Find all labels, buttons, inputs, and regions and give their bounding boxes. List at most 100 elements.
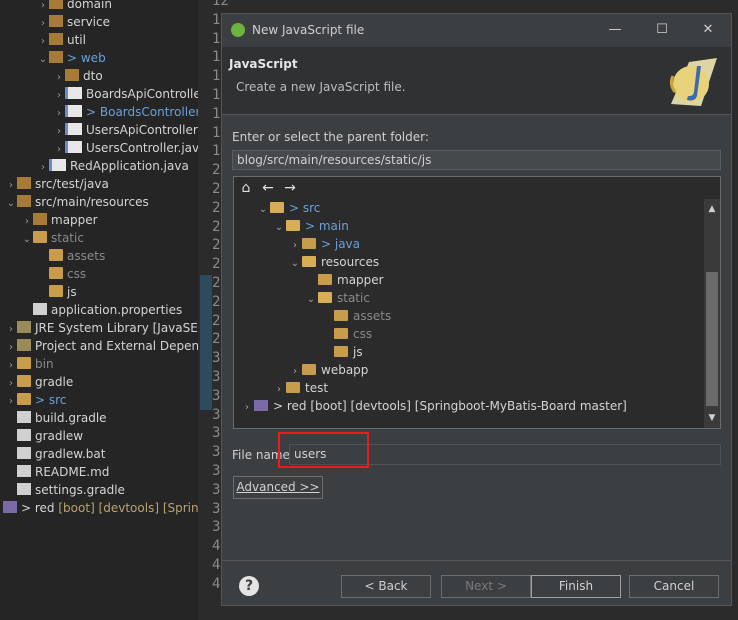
cancel-button[interactable]: Cancel (629, 575, 719, 598)
explorer-item-label: JRE System Library [JavaSE-1 (35, 321, 198, 335)
new-javascript-file-dialog: New JavaScript file — ☐ ✕ JavaScript Cre… (221, 13, 732, 606)
folder-tree-item[interactable]: ⌄ > main (272, 217, 349, 235)
help-icon[interactable]: ? (239, 576, 259, 596)
explorer-item[interactable]: build.gradle (5, 409, 107, 427)
explorer-item[interactable]: › gradle (5, 373, 73, 391)
jar-icon (17, 339, 31, 351)
chevron-down-icon[interactable]: ⌄ (5, 195, 17, 213)
folder-tree-item-label: mapper (337, 273, 384, 287)
scroll-marker (200, 275, 212, 410)
explorer-item[interactable]: › BoardsApiController (53, 85, 198, 103)
folder-tree-item[interactable]: css (320, 325, 372, 343)
folder-tree-item[interactable]: › > red [boot] [devtools] [Springboot-MyB… (240, 397, 627, 415)
pkg-icon (49, 0, 63, 9)
explorer-item[interactable]: css (37, 265, 86, 283)
banner-title: JavaScript (229, 57, 298, 71)
explorer-item-label: bin (35, 357, 54, 371)
scroll-up-icon[interactable]: ▲ (704, 201, 720, 217)
folder-tree-item[interactable]: › > java (288, 235, 360, 253)
folder-tree-item[interactable]: ⌄ resources (288, 253, 379, 271)
explorer-item[interactable]: application.properties (21, 301, 182, 319)
folder-tree-item[interactable]: assets (320, 307, 391, 325)
maximize-button[interactable]: ☐ (652, 20, 672, 40)
tree-scrollbar[interactable]: ▲ ▼ (704, 199, 720, 428)
folder-icon (49, 285, 63, 297)
explorer-item[interactable]: › UsersApiController.j (53, 121, 198, 139)
explorer-item[interactable]: gradlew.bat (5, 445, 105, 463)
explorer-item[interactable]: › dto (53, 67, 103, 85)
chevron-down-icon[interactable]: ⌄ (288, 255, 302, 273)
folder-tree-item-label: resources (321, 255, 380, 269)
folder-tree[interactable]: ⌂ ← → ⌄ > src ⌄ > main › > java ⌄ resources mapp… (233, 176, 721, 429)
explorer-item[interactable]: settings.gradle (5, 481, 125, 499)
folder-icon (302, 256, 316, 267)
explorer-item-label: gradle (35, 375, 74, 389)
explorer-item[interactable]: › bin (5, 355, 54, 373)
explorer-item[interactable]: js (37, 283, 77, 301)
folder-tree-item[interactable]: ⌄ static (304, 289, 370, 307)
folder-tree-item[interactable]: › test (272, 379, 328, 397)
folder-tree-item[interactable]: mapper (304, 271, 384, 289)
chevron-down-icon[interactable]: ⌄ (256, 201, 270, 219)
chevron-right-icon[interactable]: › (240, 399, 254, 417)
folder-tree-item[interactable]: › webapp (288, 361, 368, 379)
next-button[interactable]: Next > (441, 575, 531, 598)
explorer-item[interactable]: › Project and External Depende (5, 337, 198, 355)
explorer-item[interactable]: › UsersController.java (53, 139, 198, 157)
scroll-thumb[interactable] (706, 272, 718, 406)
folder-tree-item[interactable]: js (320, 343, 363, 361)
folder-tree-item-label: js (353, 345, 363, 359)
minimize-button[interactable]: — (605, 20, 625, 40)
folder-tree-item-label: webapp (321, 363, 369, 377)
spring-icon (231, 23, 245, 37)
explorer-item[interactable]: ⌄ src/main/resources (5, 193, 149, 211)
explorer-item-label: js (67, 285, 77, 299)
home-icon[interactable]: ⌂ (238, 180, 254, 196)
line-number: 12 (212, 0, 229, 9)
folder-tree-item-label: > src (289, 201, 321, 215)
chevron-down-icon[interactable]: ⌄ (37, 51, 49, 69)
parent-folder-input[interactable]: blog/src/main/resources/static/js (232, 150, 721, 170)
line-number: 4 (212, 557, 221, 573)
advanced-button[interactable]: Advanced >> (233, 476, 323, 499)
line-number: 3 (212, 369, 221, 385)
explorer-item-label: build.gradle (35, 411, 107, 425)
explorer-item[interactable]: › > src (5, 391, 66, 409)
line-number: 3 (212, 406, 221, 423)
folder-icon (302, 238, 316, 249)
explorer-item[interactable]: assets (37, 247, 105, 265)
explorer-item[interactable]: › src/test/java (5, 175, 109, 193)
back-arrow-icon[interactable]: ← (260, 180, 276, 196)
folder-icon (334, 346, 348, 357)
line-number: 1 (212, 11, 221, 28)
chevron-down-icon[interactable]: ⌄ (304, 291, 318, 309)
pkg-icon (65, 69, 79, 81)
folder-tree-item-label: test (305, 381, 329, 395)
folder-tree-item[interactable]: ⌄ > src (256, 199, 321, 219)
scroll-down-icon[interactable]: ▼ (704, 410, 720, 426)
explorer-item[interactable]: › mapper (21, 211, 98, 229)
explorer-item[interactable]: ⌄ static (21, 229, 84, 247)
forward-arrow-icon[interactable]: → (282, 180, 298, 196)
finish-button[interactable]: Finish (531, 575, 621, 598)
close-button[interactable]: ✕ (698, 20, 718, 40)
folder-tree-item-label: assets (353, 309, 392, 323)
explorer-item[interactable]: › RedApplication.java (37, 157, 189, 175)
back-button[interactable]: < Back (341, 575, 431, 598)
chevron-down-icon[interactable]: ⌄ (21, 231, 33, 249)
explorer-item[interactable]: › JRE System Library [JavaSE-1 (5, 319, 198, 337)
explorer-item[interactable]: ⌄ > web (37, 49, 106, 67)
pkg-icon (49, 15, 63, 27)
explorer-item[interactable]: gradlew (5, 427, 83, 445)
explorer-item-label: settings.gradle (35, 483, 125, 497)
folder-icon (17, 357, 31, 369)
explorer-item[interactable]: › > BoardsController.j (53, 103, 198, 121)
chevron-down-icon[interactable]: ⌄ (272, 219, 286, 237)
explorer-item[interactable]: › service (37, 13, 110, 31)
line-number: 2 (212, 293, 221, 310)
explorer-root-project[interactable]: > red [boot] [devtools] [Springb (3, 499, 198, 517)
explorer-item[interactable]: › util (37, 31, 86, 49)
explorer-item[interactable]: README.md (5, 463, 109, 481)
explorer-item[interactable]: › domain (37, 0, 112, 13)
folder-icon (286, 220, 300, 231)
